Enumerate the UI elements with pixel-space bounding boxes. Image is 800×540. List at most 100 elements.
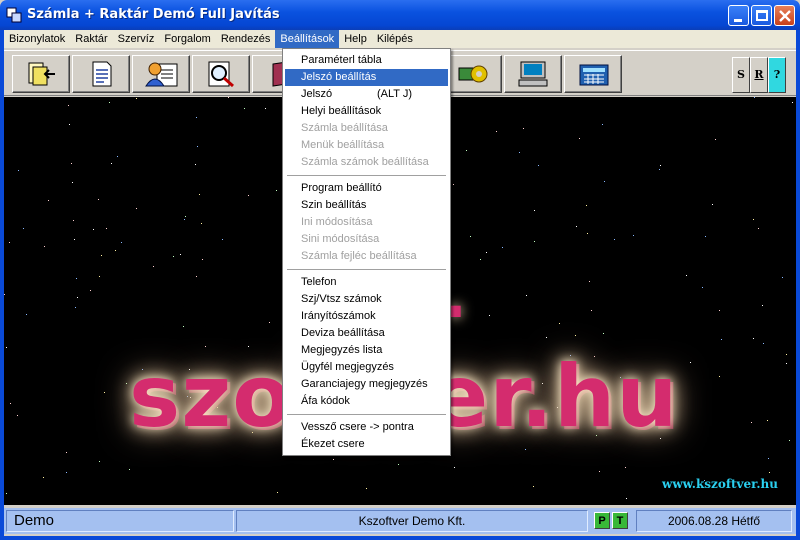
menu-option-label: Jelszó beállítás xyxy=(301,71,377,83)
star xyxy=(786,354,787,355)
menu-option-szj-vtsz-szamok[interactable]: Szj/Vtsz számok xyxy=(285,291,448,308)
menu-option-garanciajegy-megjegyzes[interactable]: Garanciajegy megjegyzés xyxy=(285,376,448,393)
menu-bizonylatok[interactable]: Bizonylatok xyxy=(4,30,70,48)
star xyxy=(104,392,105,393)
star xyxy=(719,310,720,311)
menu-option-label: Áfa kódok xyxy=(301,395,350,407)
menu-option-telefon[interactable]: Telefon xyxy=(285,274,448,291)
s-side-button[interactable]: S xyxy=(732,57,750,93)
star xyxy=(502,247,503,248)
star xyxy=(99,276,100,277)
star xyxy=(715,139,716,140)
status-company: Kszoftver Demo Kft. xyxy=(236,510,588,532)
star xyxy=(587,233,588,234)
star xyxy=(686,275,687,276)
maximize-button[interactable] xyxy=(751,5,772,26)
help-side-button[interactable]: ? xyxy=(768,57,786,93)
menu-option-label: Deviza beállítása xyxy=(301,327,385,339)
star xyxy=(6,347,7,348)
menu-help[interactable]: Help xyxy=(339,30,372,48)
star xyxy=(136,208,137,209)
computer-icon xyxy=(518,61,548,87)
star xyxy=(101,255,102,256)
star xyxy=(199,194,200,195)
window-frame-bottom xyxy=(0,536,800,540)
menu-separator xyxy=(287,175,446,177)
window-title: Számla + Raktár Demó Full Javítás xyxy=(27,7,280,22)
star xyxy=(248,195,249,196)
menu-option-jelszo[interactable]: Jelszó (ALT J) xyxy=(285,86,448,103)
star xyxy=(603,333,604,334)
star xyxy=(48,200,49,201)
menu-option-label: Sini módosítása xyxy=(301,233,380,245)
star xyxy=(721,339,722,340)
menu-option-label: Számla fejléc beállítása xyxy=(301,250,417,262)
menu-rendezes[interactable]: Rendezés xyxy=(216,30,276,48)
status-p-indicator[interactable]: P xyxy=(594,512,610,529)
star xyxy=(559,323,560,324)
menu-option-szamla-fejlec-beallitasa: Számla fejléc beállítása xyxy=(285,248,448,265)
menu-option-shortcut: (ALT J) xyxy=(377,88,413,100)
star xyxy=(73,220,74,221)
star xyxy=(106,228,107,229)
star xyxy=(126,383,127,384)
menu-option-label: Szj/Vtsz számok xyxy=(301,293,382,305)
star xyxy=(98,199,99,200)
star xyxy=(753,338,754,339)
menu-option-parameterl-tabla[interactable]: Paraméterl tábla xyxy=(285,52,448,69)
menu-option-program-beallito[interactable]: Program beállító xyxy=(285,180,448,197)
customer-card-icon-button[interactable] xyxy=(132,55,190,93)
menu-option-szamla-szamok-beallitasa: Számla számok beállítása xyxy=(285,154,448,171)
document-list-icon-button[interactable] xyxy=(72,55,130,93)
menu-raktar[interactable]: Raktár xyxy=(70,30,112,48)
menu-option-afa-kodok[interactable]: Áfa kódok xyxy=(285,393,448,410)
calculator-icon-button[interactable] xyxy=(564,55,622,93)
status-t-indicator[interactable]: T xyxy=(612,512,628,529)
menu-option-megjegyzes-lista[interactable]: Megjegyzés lista xyxy=(285,342,448,359)
gear-money-icon-button[interactable] xyxy=(444,55,502,93)
star xyxy=(185,216,186,217)
star xyxy=(705,236,706,237)
close-button[interactable] xyxy=(774,5,795,26)
menu-beallitasok[interactable]: Beállítások xyxy=(275,30,340,48)
star xyxy=(180,254,181,255)
settings-dropdown: Paraméterl tábla Jelszó beállítás Jelszó (A… xyxy=(282,48,451,456)
star xyxy=(625,467,626,468)
star xyxy=(72,182,73,183)
star xyxy=(69,124,70,125)
website-url[interactable]: www.kszoftver.hu xyxy=(662,477,778,491)
minimize-button[interactable] xyxy=(728,5,749,26)
star xyxy=(575,335,576,336)
document-exit-icon-button[interactable] xyxy=(12,55,70,93)
star xyxy=(496,131,497,132)
menu-option-ekezet-csere[interactable]: Ékezet csere xyxy=(285,436,448,453)
star xyxy=(398,464,399,465)
star xyxy=(579,138,580,139)
menu-option-helyi-beallitasok[interactable]: Helyi beállítások xyxy=(285,103,448,120)
menu-option-ugyfel-megjegyzes[interactable]: Ügyfél megjegyzés xyxy=(285,359,448,376)
r-side-button[interactable]: R xyxy=(750,57,768,93)
menu-option-vesszo-csere-pontra[interactable]: Vessző csere -> pontra xyxy=(285,419,448,436)
star xyxy=(538,165,539,166)
menu-kilepes[interactable]: Kilépés xyxy=(372,30,418,48)
menu-szerviz[interactable]: Szervíz xyxy=(113,30,160,48)
menu-option-szin-beallitas[interactable]: Szin beállítás xyxy=(285,197,448,214)
computer-icon-button[interactable] xyxy=(504,55,562,93)
star xyxy=(111,163,112,164)
star xyxy=(751,422,752,423)
star xyxy=(702,287,703,288)
star xyxy=(626,498,627,499)
star xyxy=(533,486,534,487)
app-icon[interactable] xyxy=(6,7,22,23)
menu-option-jelszo-beallitas[interactable]: Jelszó beállítás xyxy=(285,69,448,86)
menu-option-deviza-beallitasa[interactable]: Deviza beállítása xyxy=(285,325,448,342)
menu-forgalom[interactable]: Forgalom xyxy=(159,30,215,48)
star xyxy=(792,102,793,103)
menu-option-label: Program beállító xyxy=(301,182,382,194)
star xyxy=(546,337,547,338)
title-bar[interactable]: Számla + Raktár Demó Full Javítás xyxy=(0,0,800,30)
star xyxy=(66,472,67,473)
search-magnifier-icon-button[interactable] xyxy=(192,55,250,93)
menu-option-iranyitoszamok[interactable]: Irányítószámok xyxy=(285,308,448,325)
star xyxy=(586,205,587,206)
